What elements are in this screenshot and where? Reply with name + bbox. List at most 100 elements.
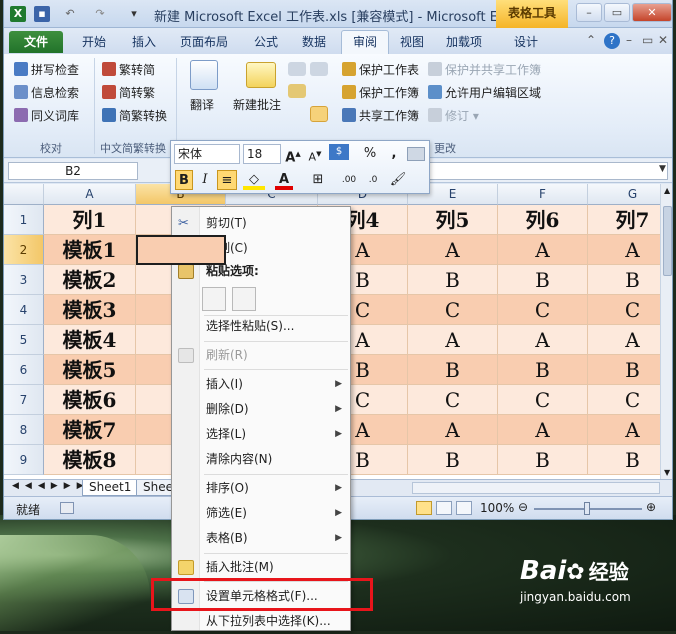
sheet-tab-sheet1[interactable]: Sheet1 [82, 480, 139, 496]
table-cell[interactable]: A [408, 415, 498, 445]
minimize-ribbon-icon[interactable]: ⌃ [586, 33, 596, 47]
column-header[interactable]: A [44, 184, 136, 205]
menu-item-cut[interactable]: ✂ 剪切(T) [172, 211, 350, 236]
table-header-cell[interactable]: 列6 [498, 205, 588, 235]
chinese-conversion-button[interactable]: 简繁转换 [102, 107, 167, 124]
row-header[interactable]: 8 [4, 415, 44, 445]
comment-show-icon[interactable] [310, 106, 328, 122]
tab-home[interactable]: 开始 [82, 33, 106, 50]
column-header[interactable]: G [588, 184, 660, 205]
column-header[interactable]: F [498, 184, 588, 205]
tab-addins[interactable]: 加载项 [446, 33, 482, 50]
row-header[interactable]: 2 [4, 235, 44, 265]
normal-view-icon[interactable] [416, 501, 432, 515]
table-header-cell[interactable]: 列5 [408, 205, 498, 235]
row-header[interactable]: 9 [4, 445, 44, 475]
paste-values-button[interactable] [232, 287, 256, 311]
new-comment-icon[interactable] [246, 62, 276, 88]
thesaurus-button[interactable]: 同义词库 [14, 107, 79, 124]
macro-record-icon[interactable] [60, 502, 74, 514]
table-cell[interactable]: A [408, 235, 498, 265]
table-cell[interactable]: C [498, 295, 588, 325]
table-cell[interactable]: B [408, 355, 498, 385]
format-painter-icon[interactable]: 🖌 [389, 170, 407, 190]
table-cell[interactable]: 模板4 [44, 325, 136, 355]
table-cell[interactable]: B [588, 265, 660, 295]
table-cell[interactable]: B [498, 445, 588, 475]
comma-button[interactable]: , [389, 144, 399, 164]
tab-formulas[interactable]: 公式 [254, 33, 278, 50]
table-cell[interactable]: B [408, 445, 498, 475]
menu-item-sort[interactable]: 排序(O) ▶ [172, 476, 350, 501]
sheet-nav-icons[interactable]: ◀◀◀▶▶▶ [12, 481, 90, 491]
table-cell[interactable]: A [588, 415, 660, 445]
tab-view[interactable]: 视图 [400, 33, 424, 50]
menu-item-paste-special[interactable]: 选择性粘贴(S)... [172, 314, 350, 339]
menu-item-insert-comment[interactable]: 插入批注(M) [172, 555, 350, 580]
fill-color-icon[interactable]: ◇ [243, 170, 265, 190]
tab-page-layout[interactable]: 页面布局 [180, 33, 228, 50]
currency-button[interactable]: $ [329, 144, 349, 160]
name-box[interactable]: B2 [8, 162, 138, 180]
zoom-slider-thumb[interactable] [584, 502, 590, 515]
doc-close-icon[interactable]: ✕ [658, 33, 668, 47]
row-header[interactable]: 6 [4, 355, 44, 385]
customize-qat-icon[interactable]: ▾ [126, 6, 142, 22]
simp-to-trad-button[interactable]: 简转繁 [102, 84, 155, 101]
comment-prev-icon[interactable] [288, 84, 306, 98]
page-break-view-icon[interactable] [456, 501, 472, 515]
close-button[interactable]: ✕ [632, 3, 672, 22]
table-cell[interactable]: 模板6 [44, 385, 136, 415]
comment-nav-icon[interactable] [288, 62, 306, 76]
table-cell[interactable]: 模板7 [44, 415, 136, 445]
table-cell[interactable]: B [498, 355, 588, 385]
bold-button[interactable]: B [175, 170, 193, 190]
shrink-font-button[interactable]: A▼ [307, 144, 323, 164]
undo-icon[interactable]: ↶ [62, 6, 78, 22]
spell-check-button[interactable]: 拼写检查 [14, 61, 79, 78]
percent-button[interactable]: % [363, 144, 377, 164]
trad-to-simp-button[interactable]: 繁转简 [102, 61, 155, 78]
table-cell[interactable]: C [588, 295, 660, 325]
translate-button[interactable]: 翻译 [190, 96, 214, 113]
mini-size-select[interactable]: 18 [243, 144, 281, 164]
tab-insert[interactable]: 插入 [132, 33, 156, 50]
excel-logo-icon[interactable]: X [10, 6, 26, 22]
table-cell[interactable]: A [588, 325, 660, 355]
tab-review[interactable]: 审阅 [341, 30, 389, 55]
scroll-thumb[interactable] [663, 206, 672, 276]
track-changes-button[interactable]: 修订 ▾ [428, 107, 479, 124]
menu-item-clear-contents[interactable]: 清除内容(N) [172, 447, 350, 472]
allow-edit-ranges-button[interactable]: 允许用户编辑区域 [428, 84, 541, 101]
menu-item-filter[interactable]: 筛选(E) ▶ [172, 501, 350, 526]
table-cell[interactable]: B [588, 355, 660, 385]
row-header[interactable]: 3 [4, 265, 44, 295]
zoom-out-icon[interactable]: ⊖ [518, 500, 528, 514]
row-header[interactable]: 7 [4, 385, 44, 415]
mini-font-select[interactable]: 宋体 [174, 144, 240, 164]
doc-minimize-icon[interactable]: – [626, 33, 632, 47]
scroll-up-icon[interactable]: ▲ [664, 186, 670, 195]
table-cell[interactable]: B [408, 265, 498, 295]
table-cell[interactable]: C [588, 385, 660, 415]
decrease-decimal-icon[interactable]: .0 [363, 170, 383, 190]
row-header[interactable]: 4 [4, 295, 44, 325]
table-cell[interactable]: 模板1 [44, 235, 136, 265]
align-center-button[interactable]: ≡ [217, 170, 237, 190]
table-cell[interactable]: 模板5 [44, 355, 136, 385]
row-header[interactable]: 5 [4, 325, 44, 355]
minimize-button[interactable]: – [576, 3, 602, 22]
font-color-icon[interactable]: A [275, 170, 293, 190]
table-cell[interactable]: A [588, 235, 660, 265]
table-cell[interactable]: 模板2 [44, 265, 136, 295]
table-cell[interactable]: C [408, 385, 498, 415]
new-comment-button[interactable]: 新建批注 [233, 96, 281, 113]
table-cell[interactable]: C [498, 385, 588, 415]
zoom-level[interactable]: 100% [480, 501, 514, 515]
table-cell[interactable]: A [498, 235, 588, 265]
table-cell[interactable]: B [498, 265, 588, 295]
select-all-corner[interactable] [4, 184, 44, 205]
tab-design[interactable]: 设计 [514, 33, 538, 50]
page-layout-view-icon[interactable] [436, 501, 452, 515]
menu-item-table[interactable]: 表格(B) ▶ [172, 526, 350, 551]
